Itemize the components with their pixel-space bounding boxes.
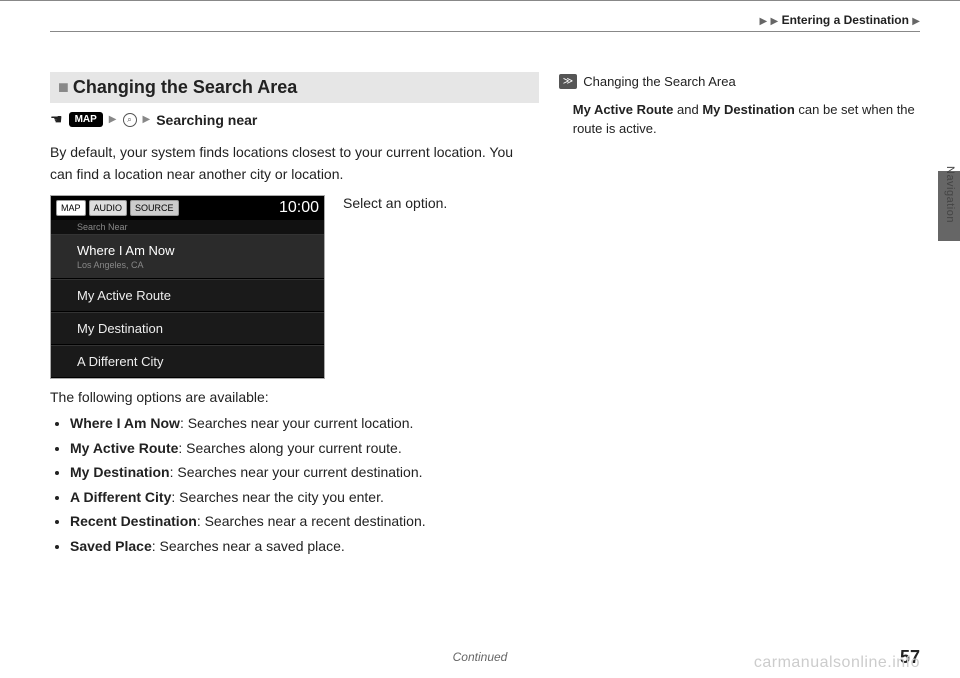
side-heading-text: Changing the Search Area: [583, 72, 736, 92]
chevron-right-icon: ▶: [771, 16, 779, 27]
intro-text: By default, your system finds locations …: [50, 142, 539, 185]
screenshot-list: Where I Am Now Los Angeles, CA My Active…: [51, 234, 324, 378]
map-button-chip: MAP: [69, 112, 103, 127]
triangle-right-icon: ▶: [109, 114, 117, 125]
item-label: Where I Am Now: [77, 243, 175, 258]
screenshot-item-where-now: Where I Am Now Los Angeles, CA: [51, 234, 324, 279]
opt-label: My Active Route: [70, 440, 178, 456]
options-list: Where I Am Now: Searches near your curre…: [50, 411, 539, 558]
screenshot-top-bar: MAP AUDIO SOURCE 10:00: [51, 196, 324, 220]
screenshot-item-active-route: My Active Route: [51, 279, 324, 312]
opt-desc: : Searches near a saved place.: [152, 538, 345, 554]
list-item: My Destination: Searches near your curre…: [70, 460, 539, 485]
side-bold-2: My Destination: [702, 102, 794, 117]
list-item: Where I Am Now: Searches near your curre…: [70, 411, 539, 436]
triangle-right-icon: ▶: [143, 114, 151, 125]
path-end-label: Searching near: [156, 112, 257, 128]
procedure-path: ☚ MAP ▶ ⌕ ▶ Searching near: [50, 111, 539, 128]
side-body: My Active Route and My Destination can b…: [559, 100, 920, 139]
screenshot-clock: 10:00: [279, 199, 319, 217]
list-item: Saved Place: Searches near a saved place…: [70, 534, 539, 559]
section-tab-label: Navigation: [944, 166, 956, 223]
side-heading: ≫ Changing the Search Area: [559, 72, 920, 92]
screenshot-tab-source: SOURCE: [130, 200, 179, 216]
list-item: My Active Route: Searches along your cur…: [70, 436, 539, 461]
hand-icon: ☚: [50, 111, 63, 128]
opt-label: My Destination: [70, 464, 170, 480]
continued-label: Continued: [453, 650, 508, 664]
divider: [50, 31, 920, 32]
opt-label: Saved Place: [70, 538, 152, 554]
main-column: ■Changing the Search Area ☚ MAP ▶ ⌕ ▶ Se…: [50, 72, 539, 558]
chevron-right-icon: ▶: [912, 16, 920, 27]
side-column: ≫ Changing the Search Area My Active Rou…: [559, 72, 920, 558]
section-heading: ■Changing the Search Area: [50, 72, 539, 103]
opt-desc: : Searches near your current destination…: [170, 464, 423, 480]
magnifier-icon: ⌕: [123, 113, 137, 127]
opt-desc: : Searches near a recent destination.: [197, 513, 426, 529]
instruction-text: Select an option.: [343, 195, 447, 211]
breadcrumb-label: Entering a Destination: [782, 13, 909, 27]
opt-label: A Different City: [70, 489, 171, 505]
screenshot-subhead: Search Near: [51, 220, 324, 234]
options-lead: The following options are available:: [50, 389, 539, 405]
list-item: Recent Destination: Searches near a rece…: [70, 509, 539, 534]
breadcrumb: ▶ ▶ Entering a Destination ▶: [50, 13, 920, 27]
opt-desc: : Searches near the city you enter.: [171, 489, 383, 505]
heading-text: Changing the Search Area: [73, 77, 297, 97]
opt-desc: : Searches along your current route.: [178, 440, 401, 456]
item-subline: Los Angeles, CA: [77, 260, 298, 270]
square-bullet-icon: ■: [58, 77, 69, 97]
screenshot-tab-audio: AUDIO: [89, 200, 128, 216]
screenshot-tab-map: MAP: [56, 200, 86, 216]
list-item: A Different City: Searches near the city…: [70, 485, 539, 510]
screenshot-item-destination: My Destination: [51, 312, 324, 345]
watermark: carmanualsonline.info: [754, 654, 920, 672]
screenshot-item-diff-city: A Different City: [51, 345, 324, 378]
opt-desc: : Searches near your current location.: [180, 415, 413, 431]
device-screenshot: MAP AUDIO SOURCE 10:00 Search Near Where…: [50, 195, 325, 379]
side-mid: and: [673, 102, 702, 117]
opt-label: Recent Destination: [70, 513, 197, 529]
side-bold-1: My Active Route: [573, 102, 674, 117]
note-icon: ≫: [559, 74, 577, 89]
chevron-right-icon: ▶: [760, 16, 768, 27]
opt-label: Where I Am Now: [70, 415, 180, 431]
